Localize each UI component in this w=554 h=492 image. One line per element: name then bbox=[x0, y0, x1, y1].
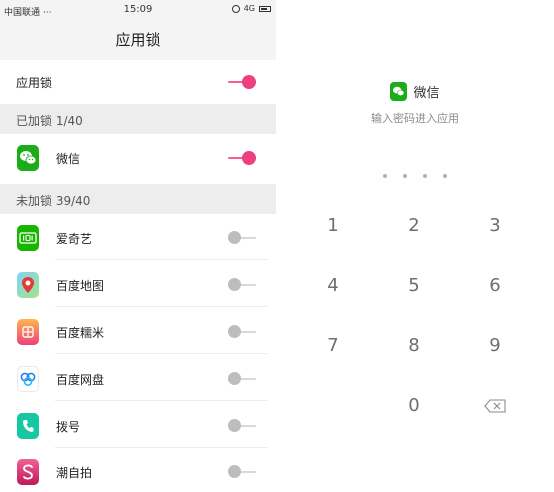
status-bar: 中国联通 ··· 15:09 4G bbox=[0, 0, 276, 20]
key-8[interactable]: 8 bbox=[384, 318, 444, 374]
wechat-lock-toggle[interactable] bbox=[228, 151, 256, 165]
app-name: 微信 bbox=[56, 152, 81, 166]
locked-section-header: 已加锁 1/40 bbox=[0, 104, 276, 134]
app-lock-master-toggle[interactable] bbox=[228, 75, 256, 89]
app-row-iqiyi[interactable]: 爱奇艺 bbox=[0, 214, 276, 260]
toggle-knob bbox=[242, 75, 256, 89]
toggle-knob bbox=[228, 278, 241, 291]
key-1[interactable]: 1 bbox=[303, 198, 363, 254]
iqiyi-icon bbox=[17, 225, 39, 251]
key-5[interactable]: 5 bbox=[384, 258, 444, 314]
toggle-knob bbox=[228, 372, 241, 385]
iqiyi-lock-toggle[interactable] bbox=[228, 231, 256, 245]
unlocked-section-header: 未加锁 39/40 bbox=[0, 184, 276, 214]
backspace-button[interactable] bbox=[465, 378, 525, 434]
pin-hint: 输入密码进入应用 bbox=[371, 112, 459, 125]
toggle-knob bbox=[228, 231, 241, 244]
row-divider bbox=[55, 400, 268, 401]
baidu-nuomi-lock-toggle[interactable] bbox=[228, 325, 256, 339]
pin-dot bbox=[443, 174, 447, 178]
status-icons: 4G bbox=[231, 4, 271, 13]
selfie-app-icon bbox=[17, 459, 39, 485]
app-name: 百度网盘 bbox=[56, 373, 105, 387]
app-row-wechat[interactable]: 微信 bbox=[0, 134, 276, 180]
app-name: 拨号 bbox=[56, 420, 81, 434]
pin-lock-screen: 微信 输入密码进入应用 1 2 3 4 5 6 7 8 9 0 bbox=[276, 0, 554, 492]
network-label: 4G bbox=[243, 4, 255, 13]
toggle-knob bbox=[228, 419, 241, 432]
baidu-map-icon bbox=[17, 272, 39, 298]
app-row-selfie[interactable]: 潮自拍 bbox=[0, 448, 276, 492]
app-lock-settings-panel: 中国联通 ··· 15:09 4G 应用锁 应用锁 已加锁 1/40 微信 未加… bbox=[0, 0, 276, 492]
baidu-netdisk-icon bbox=[17, 366, 39, 392]
app-name: 百度地图 bbox=[56, 279, 105, 293]
baidu-nuomi-icon bbox=[17, 319, 39, 345]
toggle-knob bbox=[242, 151, 256, 165]
key-6[interactable]: 6 bbox=[465, 258, 525, 314]
toggle-knob bbox=[228, 465, 241, 478]
pin-dots bbox=[276, 174, 554, 178]
pin-dot bbox=[423, 174, 427, 178]
phone-dialer-icon bbox=[17, 413, 39, 439]
key-7[interactable]: 7 bbox=[303, 318, 363, 374]
key-2[interactable]: 2 bbox=[384, 198, 444, 254]
pin-dot bbox=[383, 174, 387, 178]
app-lock-master-label: 应用锁 bbox=[16, 76, 53, 90]
baidu-map-lock-toggle[interactable] bbox=[228, 278, 256, 292]
row-divider bbox=[55, 306, 268, 307]
app-row-baidu-map[interactable]: 百度地图 bbox=[0, 261, 276, 307]
row-divider bbox=[55, 353, 268, 354]
app-lock-master-row[interactable]: 应用锁 bbox=[0, 60, 276, 104]
app-row-baidu-netdisk[interactable]: 百度网盘 bbox=[0, 355, 276, 401]
unlocked-section-label: 未加锁 39/40 bbox=[16, 194, 91, 208]
key-4[interactable]: 4 bbox=[303, 258, 363, 314]
dialer-lock-toggle[interactable] bbox=[228, 419, 256, 433]
key-0[interactable]: 0 bbox=[384, 378, 444, 434]
alarm-icon bbox=[231, 4, 240, 13]
lock-app-name: 微信 bbox=[413, 85, 440, 101]
wechat-icon bbox=[17, 145, 39, 171]
selfie-lock-toggle[interactable] bbox=[228, 465, 256, 479]
backspace-icon bbox=[484, 399, 506, 413]
battery-icon bbox=[259, 5, 271, 12]
toggle-knob bbox=[228, 325, 241, 338]
pin-dot bbox=[403, 174, 407, 178]
locked-section-label: 已加锁 1/40 bbox=[16, 114, 83, 128]
wechat-icon bbox=[390, 81, 408, 101]
app-name: 潮自拍 bbox=[56, 466, 93, 480]
app-name: 爱奇艺 bbox=[56, 232, 93, 246]
lock-app-header: 微信 bbox=[276, 80, 554, 102]
app-name: 百度糯米 bbox=[56, 326, 105, 340]
baidu-netdisk-lock-toggle[interactable] bbox=[228, 372, 256, 386]
key-3[interactable]: 3 bbox=[465, 198, 525, 254]
page-title: 应用锁 bbox=[0, 20, 276, 60]
key-9[interactable]: 9 bbox=[465, 318, 525, 374]
row-divider bbox=[55, 259, 268, 260]
app-row-baidu-nuomi[interactable]: 百度糯米 bbox=[0, 308, 276, 354]
app-row-dialer[interactable]: 拨号 bbox=[0, 402, 276, 448]
